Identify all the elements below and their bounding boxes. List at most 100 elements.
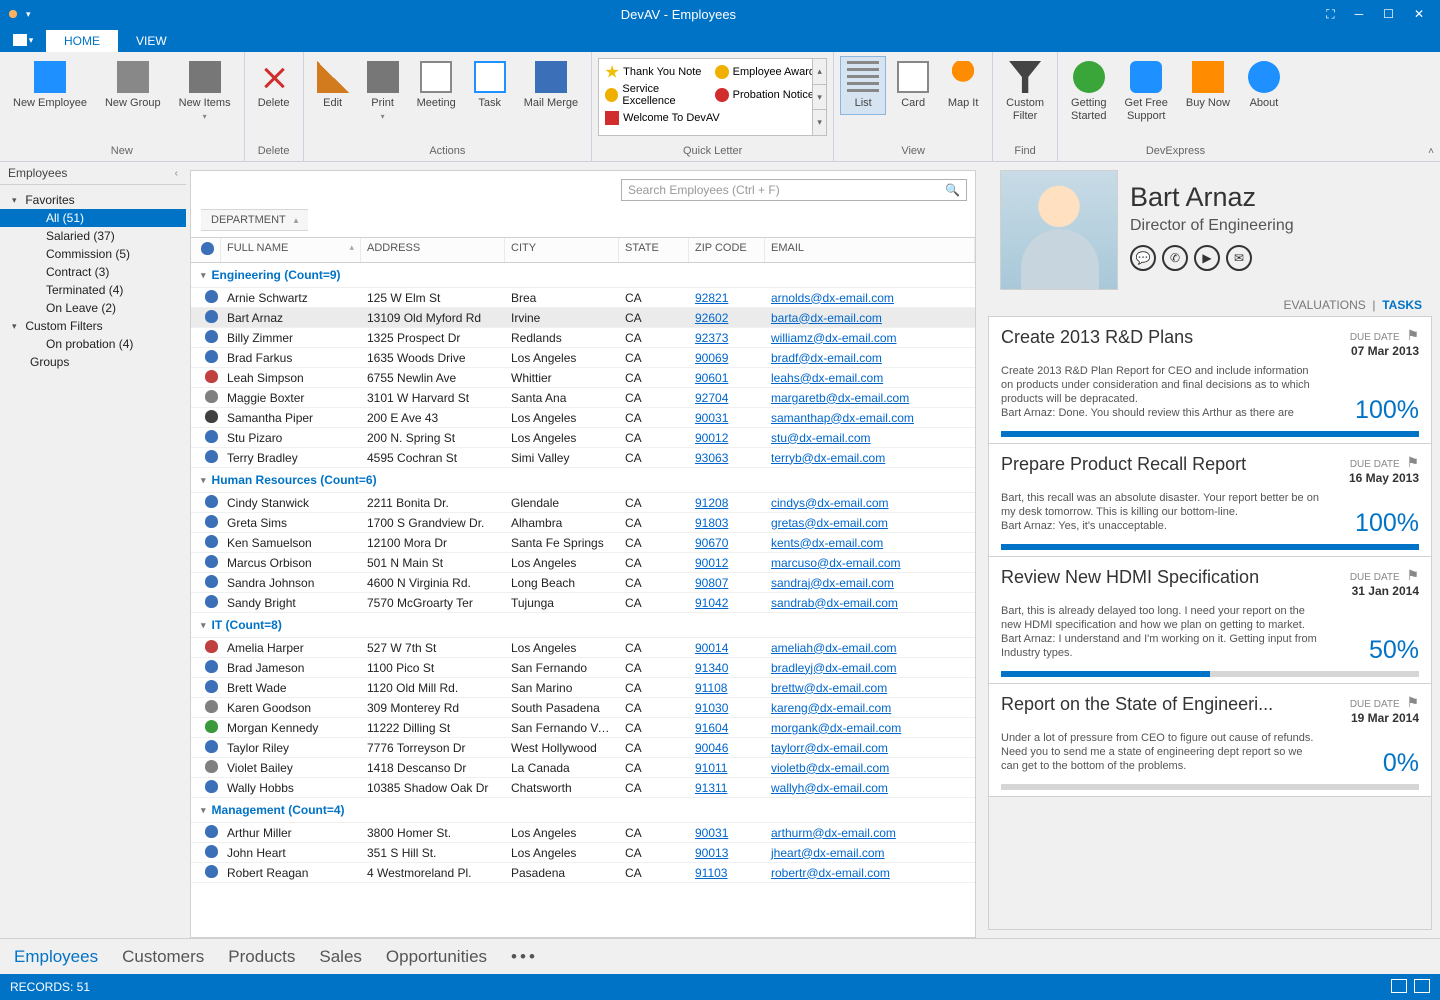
email-link[interactable]: stu@dx-email.com (765, 431, 975, 445)
task-card[interactable]: Report on the State of Engineeri... DUE … (989, 684, 1431, 797)
sidebar-group-favorites[interactable]: ▾ Favorites (0, 191, 186, 209)
custom-filter-button[interactable]: Custom Filter (999, 56, 1051, 128)
table-row[interactable]: Brett Wade 1120 Old Mill Rd. San Marino … (191, 678, 975, 698)
zip-link[interactable]: 91340 (689, 661, 765, 675)
sidebar-item[interactable]: Commission (5) (0, 245, 186, 263)
sidebar-item[interactable]: Salaried (37) (0, 227, 186, 245)
email-link[interactable]: kareng@dx-email.com (765, 701, 975, 715)
view-card-button[interactable]: Card (890, 56, 936, 115)
column-header[interactable]: ADDRESS (361, 238, 505, 262)
table-row[interactable]: Arnie Schwartz 125 W Elm St Brea CA 9282… (191, 288, 975, 308)
table-row[interactable]: Taylor Riley 7776 Torreyson Dr West Holl… (191, 738, 975, 758)
email-link[interactable]: arnolds@dx-email.com (765, 291, 975, 305)
zip-link[interactable]: 92602 (689, 311, 765, 325)
edit-button[interactable]: Edit (310, 56, 356, 115)
video-icon[interactable]: ▶ (1194, 245, 1220, 271)
email-link[interactable]: wallyh@dx-email.com (765, 781, 975, 795)
table-row[interactable]: Billy Zimmer 1325 Prospect Dr Redlands C… (191, 328, 975, 348)
quick-letter-gallery[interactable]: Thank You Note Employee Award Service Ex… (598, 58, 827, 136)
email-link[interactable]: margaretb@dx-email.com (765, 391, 975, 405)
sidebar-item[interactable]: All (51) (0, 209, 186, 227)
meeting-button[interactable]: Meeting (410, 56, 463, 115)
sidebar-item[interactable]: On Leave (2) (0, 299, 186, 317)
table-row[interactable]: Violet Bailey 1418 Descanso Dr La Canada… (191, 758, 975, 778)
sidebar-item[interactable]: Contract (3) (0, 263, 186, 281)
email-link[interactable]: bradf@dx-email.com (765, 351, 975, 365)
bottom-nav-item[interactable]: Opportunities (386, 947, 487, 967)
table-row[interactable]: Terry Bradley 4595 Cochran St Simi Valle… (191, 448, 975, 468)
zip-link[interactable]: 91803 (689, 516, 765, 530)
get-support-button[interactable]: Get Free Support (1118, 56, 1175, 128)
gallery-up-icon[interactable]: ▴ (813, 59, 826, 85)
delete-button[interactable]: Delete (251, 56, 297, 115)
tab-evaluations[interactable]: EVALUATIONS (1284, 298, 1366, 312)
table-row[interactable]: Marcus Orbison 501 N Main St Los Angeles… (191, 553, 975, 573)
zip-link[interactable]: 91311 (689, 781, 765, 795)
email-link[interactable]: marcuso@dx-email.com (765, 556, 975, 570)
email-icon[interactable]: ✉ (1226, 245, 1252, 271)
zip-link[interactable]: 90031 (689, 411, 765, 425)
zip-link[interactable]: 90046 (689, 741, 765, 755)
bottom-nav-item[interactable]: Sales (319, 947, 362, 967)
table-row[interactable]: Robert Reagan 4 Westmoreland Pl. Pasaden… (191, 863, 975, 883)
zip-link[interactable]: 91030 (689, 701, 765, 715)
table-row[interactable]: Cindy Stanwick 2211 Bonita Dr. Glendale … (191, 493, 975, 513)
email-link[interactable]: brettw@dx-email.com (765, 681, 975, 695)
zip-link[interactable]: 91042 (689, 596, 765, 610)
zip-link[interactable]: 90012 (689, 556, 765, 570)
column-header[interactable]: ZIP CODE (689, 238, 765, 262)
about-button[interactable]: About (1241, 56, 1287, 115)
group-row[interactable]: ▾Engineering (Count=9) (191, 263, 975, 288)
table-row[interactable]: Arthur Miller 3800 Homer St. Los Angeles… (191, 823, 975, 843)
column-header[interactable]: CITY (505, 238, 619, 262)
tab-tasks[interactable]: TASKS (1382, 298, 1422, 312)
zip-link[interactable]: 92704 (689, 391, 765, 405)
group-row[interactable]: ▾Management (Count=4) (191, 798, 975, 823)
new-employee-button[interactable]: New Employee (6, 56, 94, 115)
email-link[interactable]: robertr@dx-email.com (765, 866, 975, 880)
touch-mode-icon[interactable] (6, 7, 20, 21)
bottom-nav-item[interactable]: Customers (122, 947, 204, 967)
zip-link[interactable]: 91604 (689, 721, 765, 735)
zip-link[interactable]: 90069 (689, 351, 765, 365)
table-row[interactable]: Sandy Bright 7570 McGroarty Ter Tujunga … (191, 593, 975, 613)
column-header[interactable]: EMAIL (765, 238, 975, 262)
table-row[interactable]: Maggie Boxter 3101 W Harvard St Santa An… (191, 388, 975, 408)
email-link[interactable]: violetb@dx-email.com (765, 761, 975, 775)
group-row[interactable]: ▾IT (Count=8) (191, 613, 975, 638)
email-link[interactable]: taylorr@dx-email.com (765, 741, 975, 755)
file-button[interactable]: ▾ (0, 28, 46, 52)
email-link[interactable]: terryb@dx-email.com (765, 451, 975, 465)
table-row[interactable]: Morgan Kennedy 11222 Dilling St San Fern… (191, 718, 975, 738)
getting-started-button[interactable]: Getting Started (1064, 56, 1113, 128)
zip-link[interactable]: 90807 (689, 576, 765, 590)
table-row[interactable]: Brad Jameson 1100 Pico St San Fernando C… (191, 658, 975, 678)
table-row[interactable]: Ken Samuelson 12100 Mora Dr Santa Fe Spr… (191, 533, 975, 553)
tab-home[interactable]: HOME (46, 30, 118, 52)
email-link[interactable]: kents@dx-email.com (765, 536, 975, 550)
zip-link[interactable]: 91011 (689, 761, 765, 775)
column-header[interactable]: STATE (619, 238, 689, 262)
minimize-icon[interactable]: ─ (1355, 7, 1364, 21)
email-link[interactable]: sandraj@dx-email.com (765, 576, 975, 590)
sidebar-item[interactable]: On probation (4) (0, 335, 186, 353)
zip-link[interactable]: 90013 (689, 846, 765, 860)
zip-link[interactable]: 90012 (689, 431, 765, 445)
bottom-nav-item[interactable]: Employees (14, 947, 98, 967)
email-link[interactable]: morgank@dx-email.com (765, 721, 975, 735)
column-header[interactable]: FULL NAME ▴ (221, 238, 361, 262)
table-row[interactable]: John Heart 351 S Hill St. Los Angeles CA… (191, 843, 975, 863)
sidebar-item[interactable]: Terminated (4) (0, 281, 186, 299)
email-link[interactable]: cindys@dx-email.com (765, 496, 975, 510)
mail-merge-button[interactable]: Mail Merge (517, 56, 585, 115)
email-link[interactable]: sandrab@dx-email.com (765, 596, 975, 610)
map-it-button[interactable]: Map It (940, 56, 986, 115)
close-icon[interactable]: ✕ (1414, 7, 1424, 21)
table-row[interactable]: Bart Arnaz 13109 Old Myford Rd Irvine CA… (191, 308, 975, 328)
view-list-button[interactable]: List (840, 56, 886, 115)
view-switch-icon[interactable] (1391, 979, 1407, 993)
task-card[interactable]: Create 2013 R&D Plans DUE DATE ⚑ 07 Mar … (989, 317, 1431, 444)
view-switch-icon[interactable] (1414, 979, 1430, 993)
table-row[interactable]: Karen Goodson 309 Monterey Rd South Pasa… (191, 698, 975, 718)
zip-link[interactable]: 91103 (689, 866, 765, 880)
